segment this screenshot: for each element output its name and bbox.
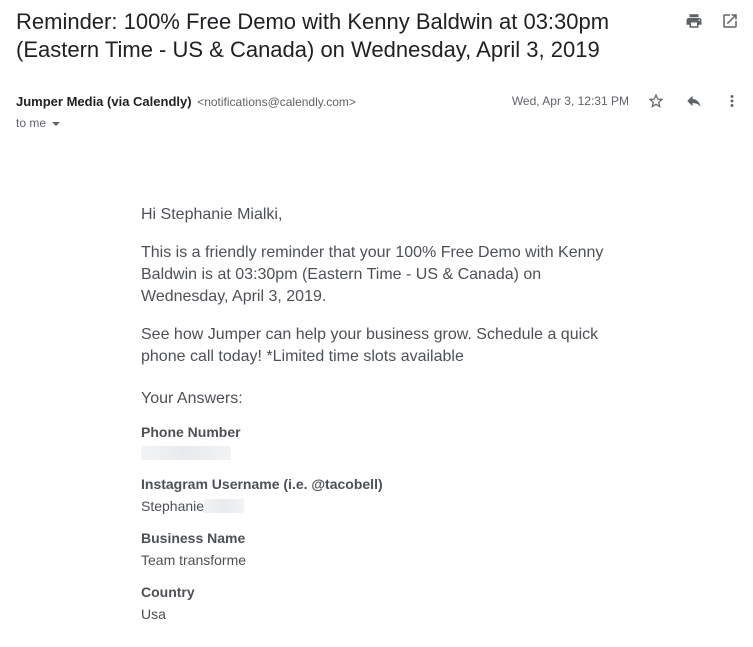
top-actions [685, 12, 739, 30]
redacted-phone-number [141, 446, 231, 460]
answer-question: Country [141, 584, 195, 600]
answer-value: Team transforme [141, 552, 247, 568]
answer-value [141, 446, 621, 460]
answer-value: Stephanie [141, 498, 621, 514]
message-date: Wed, Apr 3, 12:31 PM [511, 94, 629, 108]
answer-item: Business Name Team transforme [141, 530, 621, 568]
more-options-icon[interactable] [723, 92, 741, 110]
reminder-paragraph: This is a friendly reminder that your 10… [141, 244, 604, 305]
answers-title: Your Answers: [141, 390, 243, 407]
answer-item: Instagram Username (i.e. @tacobell) Step… [141, 476, 621, 514]
email-subject: Reminder: 100% Free Demo with Kenny Bald… [16, 9, 610, 62]
greeting: Hi Stephanie Mialki, [141, 206, 283, 223]
star-icon[interactable] [647, 92, 665, 110]
sender-name[interactable]: Jumper Media (via Calendly) [16, 94, 192, 109]
chevron-down-icon[interactable] [52, 122, 61, 126]
answer-value: Usa [141, 606, 166, 622]
redacted-text [204, 499, 245, 513]
answer-item: Phone Number [141, 424, 621, 460]
open-in-new-window-icon[interactable] [721, 12, 739, 30]
answer-question: Phone Number [141, 424, 241, 440]
answer-item: Country Usa [141, 584, 621, 622]
to-label: to me [16, 116, 47, 130]
answer-question: Instagram Username (i.e. @tacobell) [141, 476, 383, 492]
answer-text: Stephanie [141, 498, 205, 514]
email-body: Hi Stephanie Mialki, This is a friendly … [141, 204, 621, 622]
reply-icon[interactable] [685, 92, 703, 110]
message-meta: Wed, Apr 3, 12:31 PM [512, 92, 741, 110]
recipient-details[interactable]: to me [16, 116, 61, 130]
print-icon[interactable] [685, 12, 703, 30]
sender-row: Jumper Media (via Calendly) <notificatio… [16, 94, 356, 109]
answer-question: Business Name [141, 530, 246, 546]
promo-paragraph: See how Jumper can help your business gr… [141, 326, 599, 365]
sender-email: <notifications@calendly.com> [197, 95, 356, 109]
